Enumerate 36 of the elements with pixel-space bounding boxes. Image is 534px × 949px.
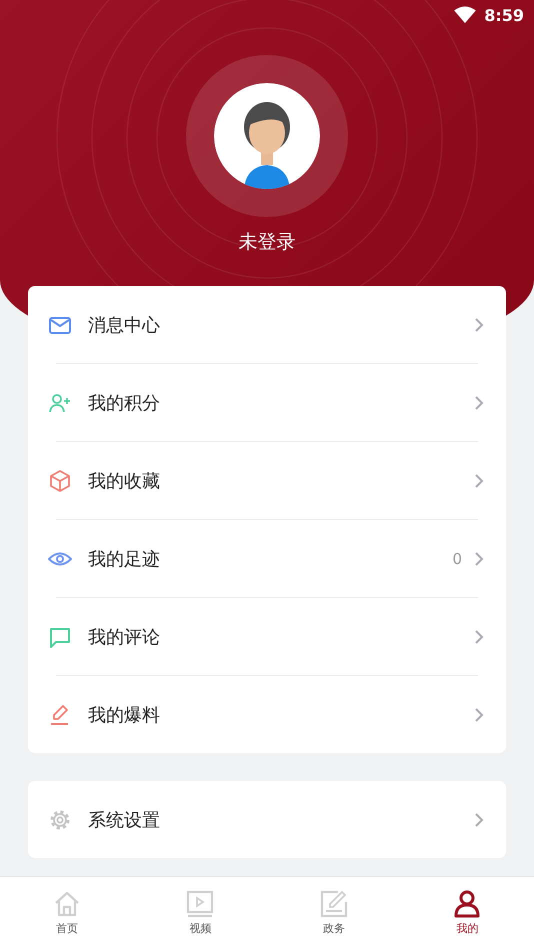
- chevron-right-icon: [474, 628, 484, 644]
- menu-label: 消息中心: [88, 314, 161, 336]
- tab[interactable]: 我的: [400, 877, 534, 949]
- menu-item[interactable]: 系统设置: [48, 781, 506, 858]
- login-status[interactable]: 未登录: [238, 229, 296, 255]
- gear-icon: [48, 808, 72, 832]
- menu-label: 我的收藏: [88, 470, 161, 492]
- edit-icon: [320, 890, 348, 918]
- tab[interactable]: 首页: [0, 877, 134, 949]
- user-icon: [453, 890, 482, 918]
- menu-item[interactable]: 我的积分: [48, 364, 506, 441]
- home-icon: [52, 890, 81, 918]
- avatar-icon[interactable]: [214, 83, 320, 189]
- chevron-right-icon: [474, 316, 484, 332]
- menu-item[interactable]: 消息中心: [48, 286, 506, 363]
- chevron-right-icon: [474, 550, 484, 566]
- menu-label: 我的评论: [88, 626, 161, 648]
- chevron-right-icon: [474, 472, 484, 488]
- menu-label: 我的足迹: [88, 548, 161, 570]
- menu-label: 系统设置: [88, 808, 161, 832]
- menu-label: 我的积分: [88, 392, 161, 414]
- count-text: 0: [452, 550, 462, 568]
- chevron-right-icon: [474, 812, 484, 828]
- menu-item[interactable]: 我的足迹 0: [48, 520, 506, 597]
- video-icon: [186, 890, 214, 918]
- cube-icon: [48, 468, 72, 492]
- menu-item[interactable]: 我的收藏: [48, 442, 506, 519]
- tab[interactable]: 视频: [134, 877, 267, 949]
- status-time: 8:59: [484, 6, 524, 24]
- chevron-right-icon: [474, 394, 484, 410]
- tab[interactable]: 政务: [267, 877, 400, 949]
- menu-item[interactable]: 我的评论: [48, 598, 506, 675]
- menu-label: 我的爆料: [88, 704, 161, 726]
- chevron-right-icon: [474, 706, 484, 722]
- wifi-icon: [454, 6, 476, 24]
- menu-item[interactable]: 我的爆料: [48, 676, 506, 753]
